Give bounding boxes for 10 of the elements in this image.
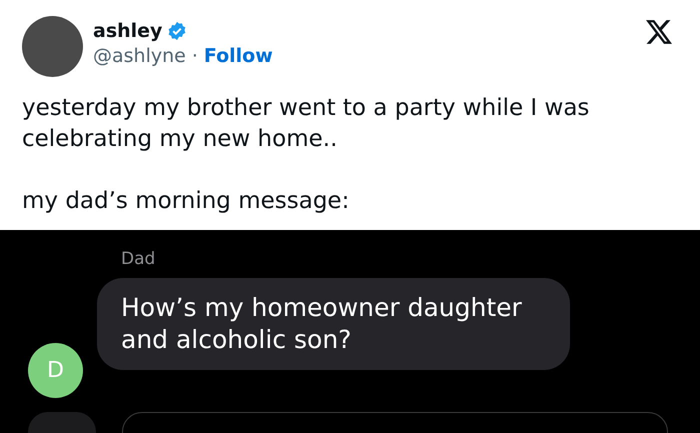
author-handle: @ashlyne [93,44,186,69]
tweet-paragraph: yesterday my brother went to a party while I was celebrating my new home.. [22,94,590,154]
contact-avatar: D [28,343,83,398]
x-logo-icon[interactable] [646,20,672,44]
sender-label: Dad [121,248,156,270]
follow-link[interactable]: Follow [204,43,273,69]
message-bubble: How’s my homeowner daughter and alcoholic son? [97,278,570,370]
author-name: ashley [93,19,162,43]
separator-dot: · [192,44,198,69]
tweet-paragraph: my dad’s morning message: [22,187,350,216]
